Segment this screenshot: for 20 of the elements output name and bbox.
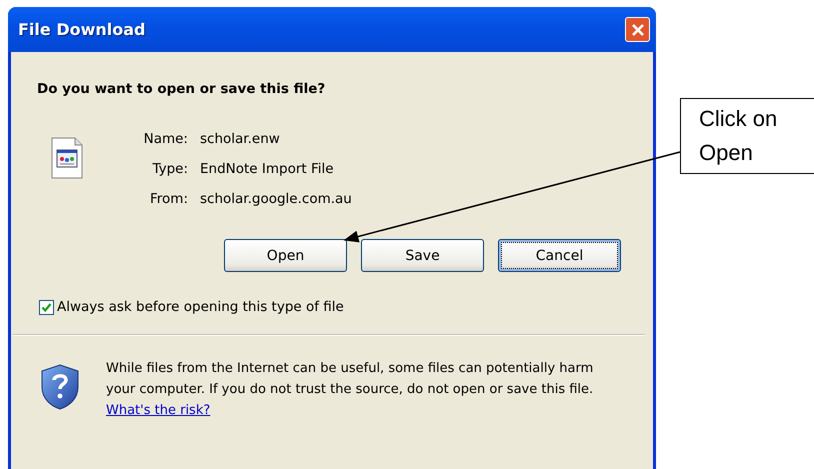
checkbox[interactable] (39, 300, 54, 314)
checkbox-label: Always ask before opening this type of file (57, 299, 344, 315)
field-label: From: (149, 191, 188, 207)
dialog-button[interactable]: Save (361, 239, 484, 272)
field-value: EndNote Import File (200, 161, 335, 177)
dialog-button[interactable]: Cancel (498, 239, 621, 272)
risk-link[interactable]: What's the risk? (106, 403, 210, 418)
close-icon (630, 22, 644, 36)
dialog-button[interactable]: Open (224, 239, 347, 272)
window-title: File Download (18, 20, 146, 39)
field-label: Type: (151, 161, 188, 177)
callout-text: Click on Open (699, 105, 778, 167)
close-button[interactable] (625, 17, 650, 42)
field-value: scholar.google.com.au (200, 191, 352, 207)
field-label: Name: (142, 131, 188, 147)
warning-text: While files from the Internet can be useful, some files can potentially harm your computer. If you do not trust the source, do not open or save this file. What's the risk? (106, 360, 594, 420)
field-value: scholar.enw (200, 131, 281, 147)
dialog-question: Do you want to open or save this file? (37, 81, 326, 97)
shield-question-icon (39, 363, 81, 411)
file-icon (51, 137, 83, 179)
